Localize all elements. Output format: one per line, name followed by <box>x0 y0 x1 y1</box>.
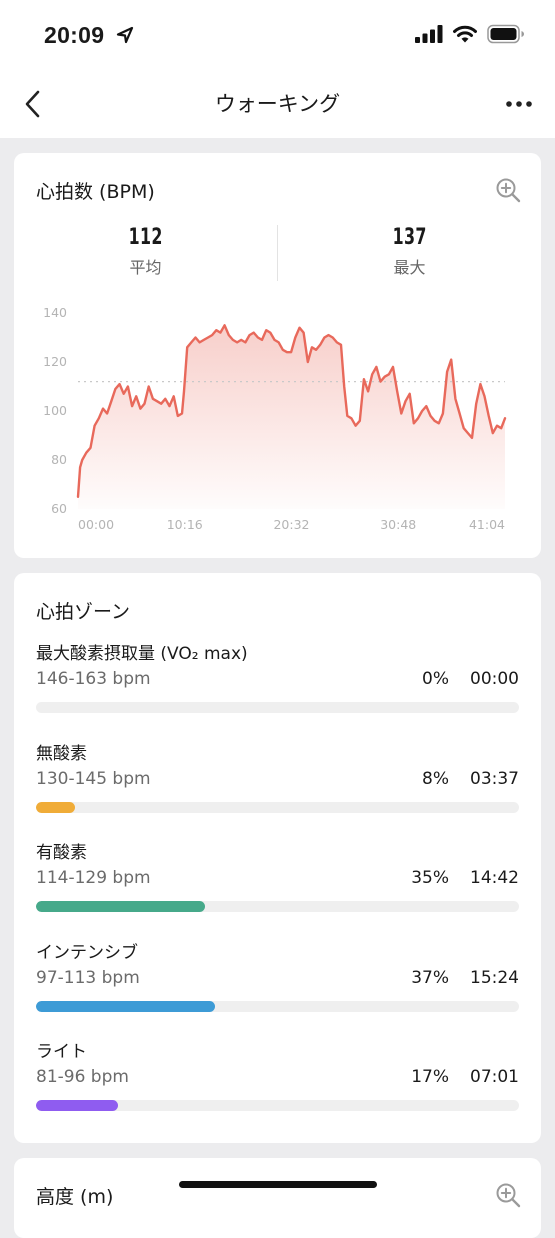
zone-percent: 0% <box>422 669 449 689</box>
y-tick-label: 120 <box>43 354 67 369</box>
zone-range: 146-163 bpm <box>36 669 151 689</box>
zone-progress-track <box>36 1000 519 1012</box>
altitude-title: 高度 (m) <box>36 1186 114 1208</box>
zone-name: 無酸素 <box>36 743 87 764</box>
location-arrow-icon <box>116 26 134 44</box>
heart-rate-chart: 60 80 100 120 140 00:00 10:16 20:32 30:48 41:04 <box>43 305 507 532</box>
altitude-card: 高度 (m) <box>14 1158 541 1238</box>
home-indicator[interactable] <box>179 1181 377 1188</box>
zone-percent: 8% <box>422 768 449 789</box>
zone-duration: 15:24 <box>470 967 519 988</box>
zone-duration: 14:42 <box>470 868 519 888</box>
zone-duration: 07:01 <box>470 1067 519 1087</box>
zone-progress-fill <box>36 801 75 813</box>
y-tick-label: 140 <box>43 305 67 320</box>
battery-icon <box>487 24 524 44</box>
zone-percent: 17% <box>411 1067 449 1087</box>
zone-progress-track <box>36 801 519 813</box>
zoom-in-icon[interactable] <box>495 177 521 203</box>
y-tick-label: 80 <box>51 452 67 467</box>
average-value: 112 <box>128 225 163 250</box>
zone-progress-fill <box>36 1100 119 1111</box>
zone-name: 有酸素 <box>36 843 87 863</box>
x-tick-label: 41:04 <box>469 517 505 532</box>
heart-rate-title: 心拍数 (BPM) <box>36 181 155 203</box>
zoom-in-icon[interactable] <box>495 1182 521 1208</box>
max-value: 137 <box>392 225 427 250</box>
zone-name: ライト <box>36 1042 87 1062</box>
zone-range: 114-129 bpm <box>36 868 151 888</box>
zone-duration: 03:37 <box>470 768 519 789</box>
zone-range: 130-145 bpm <box>36 768 151 789</box>
heart-rate-card: 心拍数 (BPM) 112 平均 137 最大 60 80 100 120 140 00:… <box>14 153 541 558</box>
zone-progress-fill <box>36 901 206 912</box>
zone-progress-track <box>36 901 519 912</box>
zone-range: 81-96 bpm <box>36 1067 129 1087</box>
x-tick-label: 00:00 <box>78 517 114 532</box>
more-options-icon[interactable] <box>505 100 533 108</box>
zone-name: インテンシブ <box>36 942 138 963</box>
status-time: 20:09 <box>44 22 105 48</box>
nav-bar: ウォーキング <box>0 72 555 138</box>
zone-duration: 00:00 <box>470 669 519 689</box>
zone-percent: 35% <box>411 868 449 888</box>
zones-title: 心拍ゾーン <box>36 601 131 623</box>
average-stat: 112 平均 <box>14 225 277 278</box>
cellular-signal-icon <box>415 25 443 43</box>
wifi-icon <box>453 25 477 43</box>
zone-progress-track <box>36 1100 519 1111</box>
x-tick-label: 20:32 <box>273 517 309 532</box>
max-stat: 137 最大 <box>278 225 541 278</box>
y-tick-label: 60 <box>51 501 67 516</box>
average-label: 平均 <box>129 258 162 277</box>
x-tick-label: 30:48 <box>380 517 416 532</box>
zone-range: 97-113 bpm <box>36 967 140 988</box>
heart-rate-zones-card: 心拍ゾーン 最大酸素摂取量 (VO₂ max) 146-163 bpm 0% 00:0… <box>14 573 541 1143</box>
status-bar: 20:09 <box>0 0 555 72</box>
zone-percent: 37% <box>411 967 449 988</box>
x-tick-label: 10:16 <box>167 517 203 532</box>
zone-name: 最大酸素摂取量 (VO₂ max) <box>36 644 248 664</box>
max-label: 最大 <box>393 258 426 277</box>
zone-progress-fill <box>36 1000 215 1012</box>
zone-progress-track <box>36 702 519 713</box>
y-tick-label: 100 <box>43 403 67 418</box>
page-title: ウォーキング <box>214 92 341 116</box>
